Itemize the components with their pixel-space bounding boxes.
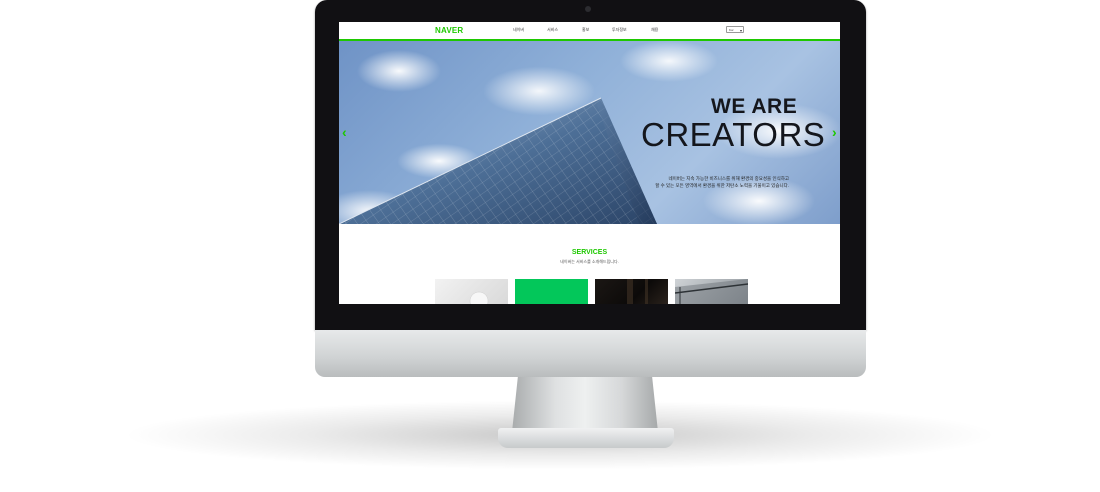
naver-logo[interactable]: NAVER — [435, 26, 463, 35]
hero-description-line: 네이버는 지속 가능한 비즈니스를 위해 환경의 중요성을 인식하고 — [668, 176, 789, 181]
window-frame-image — [675, 279, 748, 304]
services-heading: SERVICES — [571, 249, 608, 256]
top-navigation: NAVER 네이버 서비스 홍보 투자정보 채용 Kor ▾ — [339, 22, 840, 41]
hero-banner: ‹ › WE ARE CREATORS 네이버는 지속 가능한 비즈니스를 위해… — [339, 41, 840, 224]
services-subtitle: 네이버는 서비스를 소개해드립니다. — [560, 259, 619, 264]
monitor-base — [498, 428, 674, 448]
chevron-right-icon[interactable]: › — [832, 124, 837, 140]
service-card-1[interactable] — [435, 279, 508, 304]
monitor-stand — [512, 377, 658, 432]
dark-photo-image — [627, 279, 648, 304]
hero-description: 네이버는 지속 가능한 비즈니스를 위해 환경의 중요성을 인식하고 할 수 있… — [639, 175, 789, 189]
chevron-left-icon[interactable]: ‹ — [342, 124, 347, 140]
service-card-3[interactable] — [595, 279, 668, 304]
website-screen: NAVER 네이버 서비스 홍보 투자정보 채용 Kor ▾ ‹ › WE AR… — [339, 22, 840, 304]
language-value: Kor — [729, 28, 734, 32]
sphere-image — [469, 291, 489, 304]
nav-item-naver[interactable]: 네이버 — [513, 27, 524, 33]
hero-title-creators: CREATORS — [641, 116, 826, 153]
camera-icon — [585, 6, 591, 12]
service-card-4[interactable] — [675, 279, 748, 304]
nav-item-pr[interactable]: 홍보 — [582, 27, 589, 33]
monitor-chin — [315, 330, 866, 377]
service-card-2[interactable] — [515, 279, 588, 304]
hero-description-line: 할 수 있는 모든 영역에서 환경을 위한 저탄소 노력을 기울이고 있습니다. — [655, 183, 789, 188]
nav-item-careers[interactable]: 채용 — [651, 27, 658, 33]
chevron-down-icon: ▾ — [739, 28, 742, 33]
nav-item-investor[interactable]: 투자정보 — [612, 27, 627, 33]
nav-item-services[interactable]: 서비스 — [547, 27, 558, 33]
language-select[interactable]: Kor ▾ — [726, 26, 744, 33]
